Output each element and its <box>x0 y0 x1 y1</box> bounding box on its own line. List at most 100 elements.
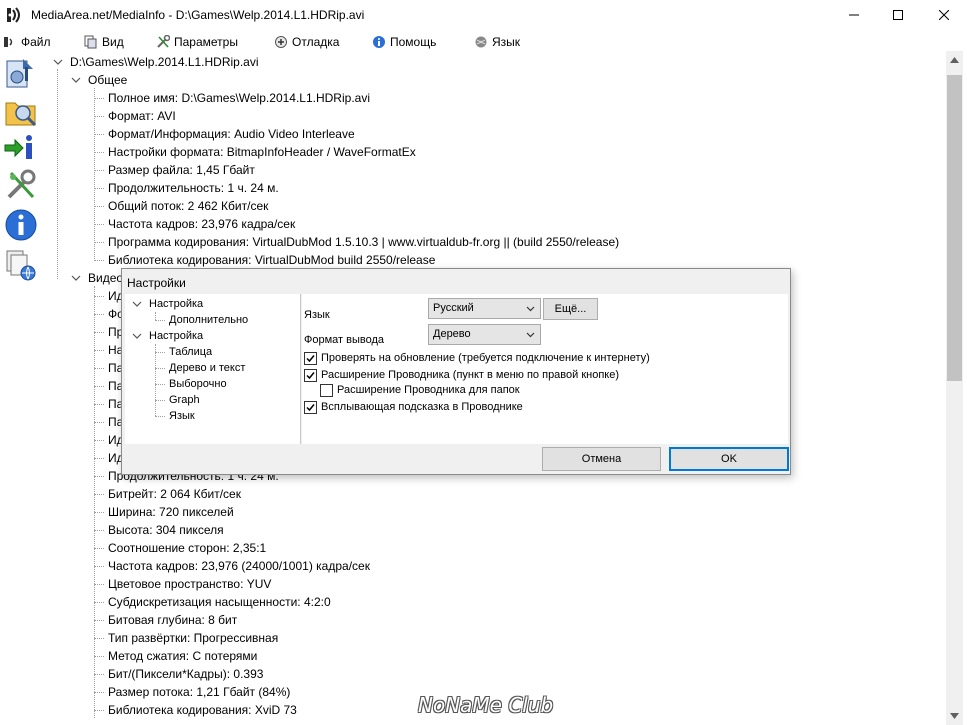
tree-video-item[interactable]: Частота кадров: 23,976 (24000/1001) кадр… <box>108 557 370 575</box>
tree-video-item[interactable]: Цветовое пространство: YUV <box>108 575 271 593</box>
scroll-up-icon[interactable] <box>950 57 959 63</box>
tree-video-item[interactable]: Тип развёртки: Прогрессивная <box>108 629 278 647</box>
collapse-root-icon[interactable] <box>53 57 63 67</box>
tree-connector <box>94 314 104 315</box>
explorer-extension-checkbox[interactable] <box>304 368 317 382</box>
help-icon <box>373 35 385 48</box>
explorer-extension-label: Расширение Проводника (пункт в меню по п… <box>321 369 620 381</box>
tree-video[interactable]: Видео <box>88 269 123 287</box>
language-select[interactable]: Русский <box>428 298 541 319</box>
tree-connector <box>94 638 104 639</box>
collapse-video-icon[interactable] <box>71 273 81 283</box>
minimize-button[interactable] <box>831 0 877 30</box>
web-button[interactable] <box>3 247 39 283</box>
explorer-tooltip-option[interactable]: Всплывающая подсказка в Проводнике <box>304 399 523 415</box>
tree-connector <box>94 242 104 243</box>
tree-general-item[interactable]: Формат/Информация: Audio Video Interleav… <box>108 125 355 143</box>
open-folder-icon <box>5 102 37 127</box>
maximize-button[interactable] <box>875 0 921 30</box>
tree-connector <box>94 512 104 513</box>
tree-general-item[interactable]: Формат: AVI <box>108 107 176 125</box>
tree-video-item[interactable]: Соотношение сторон: 2,35:1 <box>108 539 266 557</box>
settings-tree-custom[interactable]: Выборочно <box>169 376 227 392</box>
settings-tree-setup2[interactable]: Настройка <box>149 328 203 344</box>
preferences-button[interactable] <box>3 167 39 203</box>
scroll-thumb[interactable] <box>947 75 962 381</box>
folder-extension-checkbox[interactable] <box>320 383 333 397</box>
export-button[interactable] <box>3 129 39 165</box>
preferences-icon <box>7 169 36 199</box>
settings-tree-table[interactable]: Таблица <box>169 344 212 360</box>
tree-connector <box>94 458 104 459</box>
close-button[interactable] <box>921 0 967 30</box>
tree-connector <box>94 368 104 369</box>
menu-view[interactable]: Вид <box>84 33 124 50</box>
tree-video-item[interactable]: Битрейт: 2 064 Кбит/сек <box>108 485 241 503</box>
tree-general-item[interactable]: Программа кодирования: VirtualDubMod 1.5… <box>108 233 619 251</box>
tree-general-item[interactable]: Настройки формата: BitmapInfoHeader / Wa… <box>108 143 416 161</box>
collapse-setup-icon[interactable] <box>132 299 142 309</box>
open-file-button[interactable] <box>3 55 39 91</box>
tree-general[interactable]: Общее <box>88 71 127 89</box>
menu-language[interactable]: Язык <box>474 33 520 50</box>
tree-video-item[interactable]: Субдискретизация насыщенности: 4:2:0 <box>108 593 331 611</box>
check-updates-label: Проверять на обновление (требуется подкл… <box>321 352 650 364</box>
tree-video-item[interactable]: Метод сжатия: С потерями <box>108 647 257 665</box>
settings-dialog: Настройки Настройка Дополнительно Настро… <box>121 268 791 475</box>
collapse-general-icon[interactable] <box>71 75 81 85</box>
menu-options[interactable]: Параметры <box>156 33 238 50</box>
cancel-button[interactable]: Отмена <box>542 447 661 471</box>
tree-connector <box>94 260 104 261</box>
window-title: MediaArea.net/MediaInfo - D:\Games\Welp.… <box>31 8 365 22</box>
ok-button[interactable]: OK <box>669 447 789 471</box>
check-updates-option[interactable]: Проверять на обновление (требуется подкл… <box>304 350 650 366</box>
vertical-scrollbar[interactable] <box>946 51 963 725</box>
tree-connector <box>94 602 104 603</box>
language-icon <box>475 36 487 47</box>
tree-general-item[interactable]: Продолжительность: 1 ч. 24 м. <box>108 179 279 197</box>
tree-general-item[interactable]: Библиотека кодирования: VirtualDubMod bu… <box>108 251 435 269</box>
tree-general-item[interactable]: Полное имя: D:\Games\Welp.2014.L1.HDRip.… <box>108 89 370 107</box>
settings-tree-tree-text[interactable]: Дерево и текст <box>169 360 245 376</box>
output-format-select[interactable]: Дерево <box>428 324 541 345</box>
explorer-extension-option[interactable]: Расширение Проводника (пункт в меню по п… <box>304 367 619 383</box>
tree-connector <box>94 440 104 441</box>
tree-video-item[interactable]: Битовая глубина: 8 бит <box>108 611 237 629</box>
options-icon <box>157 34 170 48</box>
checkmark-icon <box>306 371 315 379</box>
tree-general-item[interactable]: Частота кадров: 23,976 кадра/сек <box>108 215 295 233</box>
folder-extension-option[interactable]: Расширение Проводника для папок <box>320 382 520 398</box>
tree-video-item[interactable]: Библиотека кодирования: XviD 73 <box>108 701 297 719</box>
tree-video-item[interactable]: Ширина: 720 пикселей <box>108 503 234 521</box>
menu-file[interactable]: Файл <box>3 33 51 50</box>
settings-tree-setup[interactable]: Настройка <box>149 296 203 312</box>
scroll-down-icon[interactable] <box>950 713 959 719</box>
open-folder-button[interactable] <box>3 93 39 129</box>
tree-connector <box>155 384 165 385</box>
settings-tree-language[interactable]: Язык <box>169 408 195 424</box>
tree-general-item[interactable]: Общий поток: 2 462 Кбит/сек <box>108 197 268 215</box>
tree-root[interactable]: D:\Games\Welp.2014.L1.HDRip.avi <box>70 53 259 71</box>
tree-general-item[interactable]: Размер файла: 1,45 Гбайт <box>108 161 255 179</box>
tree-connector <box>94 692 104 693</box>
output-format-label: Формат вывода <box>304 334 385 346</box>
tree-video-item[interactable]: Бит/(Пиксели*Кадры): 0.393 <box>108 665 263 683</box>
check-updates-checkbox[interactable] <box>304 351 317 365</box>
file-icon <box>4 36 13 47</box>
web-icon <box>6 250 36 281</box>
collapse-setup2-icon[interactable] <box>132 331 142 341</box>
settings-tree-advanced[interactable]: Дополнительно <box>169 312 248 328</box>
about-button[interactable] <box>3 207 39 243</box>
tree-connector <box>155 320 165 321</box>
tree-connector <box>94 674 104 675</box>
explorer-tooltip-checkbox[interactable] <box>304 400 317 414</box>
tree-video-item[interactable]: Высота: 304 пикселя <box>108 521 224 539</box>
tree-connector <box>94 404 104 405</box>
menu-debug[interactable]: Отладка <box>274 33 339 50</box>
more-languages-button[interactable]: Ещё... <box>543 298 598 320</box>
settings-tree-graph[interactable]: Graph <box>169 392 200 408</box>
menu-help[interactable]: Помощь <box>372 33 436 50</box>
view-icon <box>84 35 97 48</box>
tree-connector <box>94 332 104 333</box>
tree-video-item[interactable]: Размер потока: 1,21 Гбайт (84%) <box>108 683 290 701</box>
